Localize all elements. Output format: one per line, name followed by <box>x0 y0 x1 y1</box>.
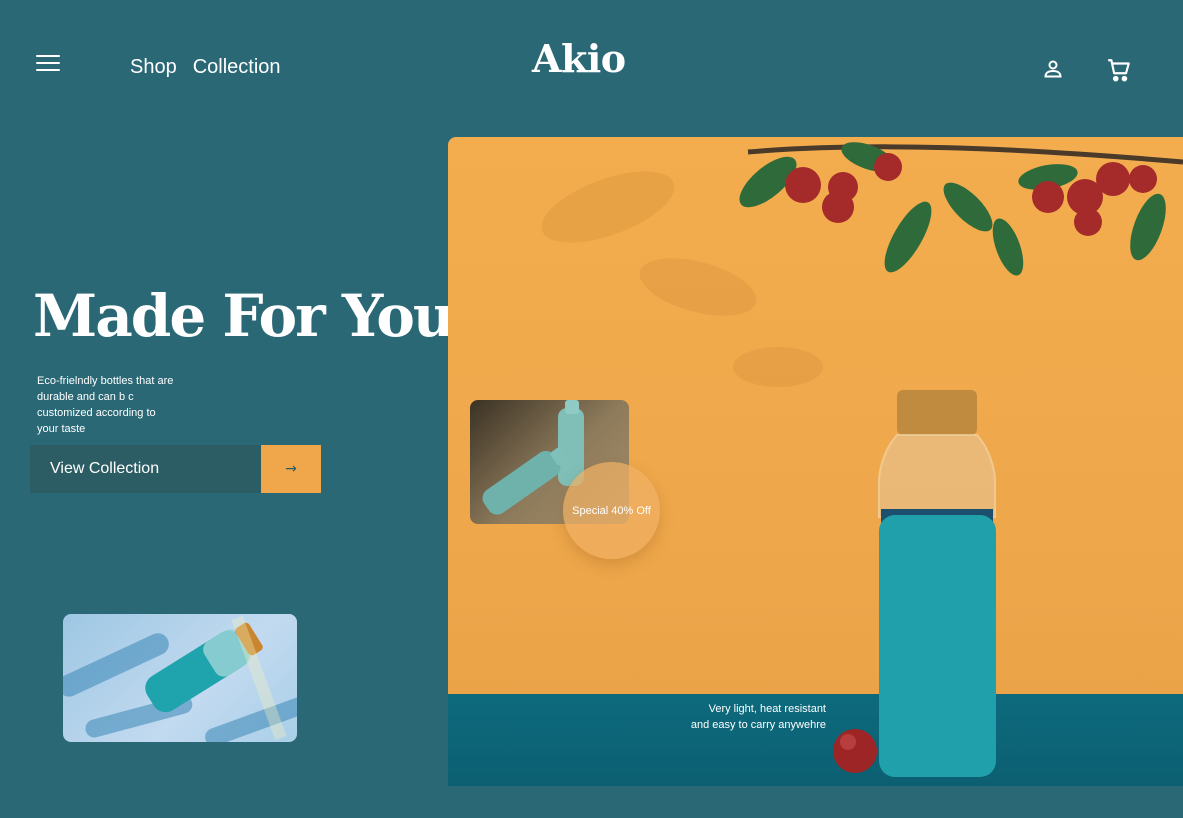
view-collection-button[interactable]: View Collection <box>30 445 261 493</box>
brand-logo[interactable]: Akio <box>532 36 626 81</box>
user-icon[interactable] <box>1041 57 1065 81</box>
product-caption: Very light, heat resistant and easy to c… <box>660 701 826 733</box>
hero-title: Made For You <box>33 282 455 350</box>
cart-icon[interactable] <box>1106 57 1130 82</box>
hero-description: Eco-frielndly bottles that are durable a… <box>37 375 174 435</box>
menu-icon[interactable] <box>36 55 60 73</box>
nav-collection[interactable]: Collection <box>193 56 281 79</box>
main-nav: Shop Collection <box>130 56 281 79</box>
product-thumbnail-image[interactable] <box>63 614 297 742</box>
special-offer-badge[interactable]: Special 40% Off <box>563 462 660 559</box>
caption-line-1: Very light, heat resistant <box>708 703 826 715</box>
view-collection-cta: View Collection → <box>30 445 321 493</box>
arrow-right-icon[interactable]: → <box>261 445 321 493</box>
nav-shop[interactable]: Shop <box>130 56 177 79</box>
caption-line-2: and easy to carry anywehre <box>690 719 826 731</box>
